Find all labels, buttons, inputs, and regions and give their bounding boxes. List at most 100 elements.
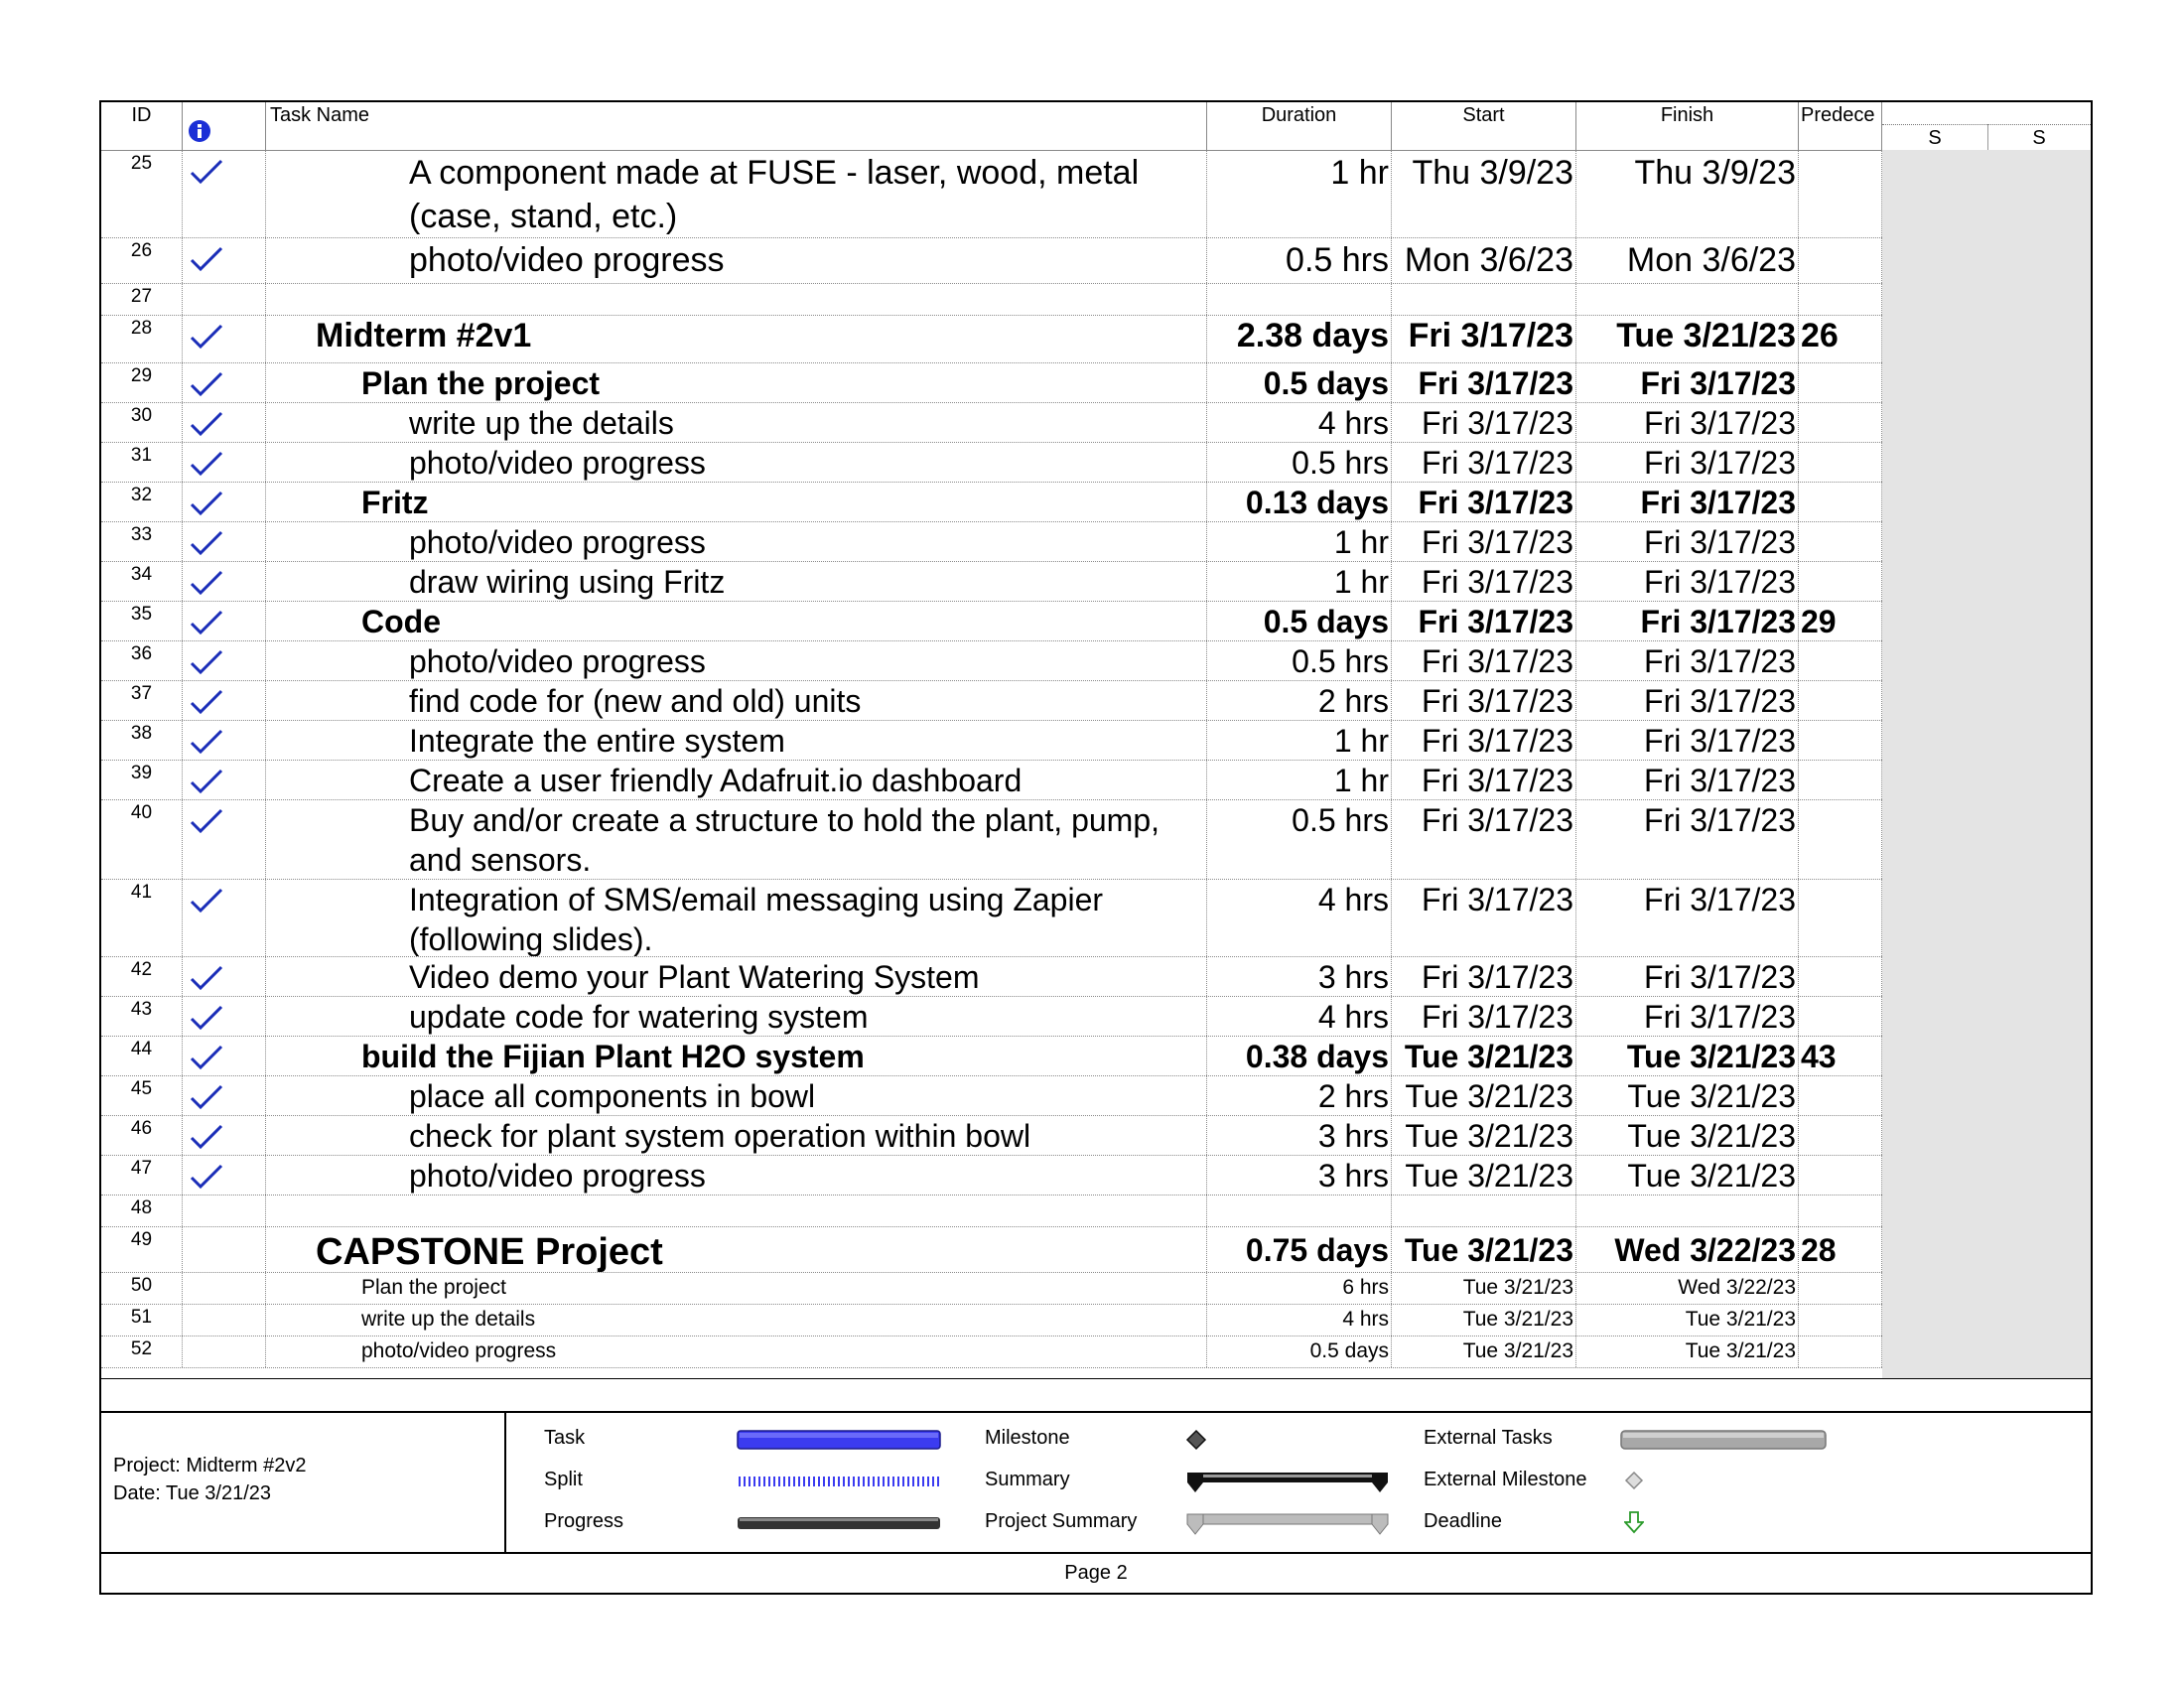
task-predecessors[interactable] bbox=[1799, 957, 1882, 996]
table-row[interactable]: 34 draw wiring using Fritz 1 hr Fri 3/17/23… bbox=[101, 562, 1882, 602]
task-finish[interactable]: Fri 3/17/23 bbox=[1576, 721, 1799, 760]
task-start[interactable]: Thu 3/9/23 bbox=[1392, 151, 1576, 237]
task-finish[interactable]: Fri 3/17/23 bbox=[1576, 403, 1799, 442]
task-duration[interactable]: 0.75 days bbox=[1207, 1227, 1392, 1272]
task-duration[interactable]: 0.5 hrs bbox=[1207, 443, 1392, 482]
task-name[interactable]: Midterm #2v1 bbox=[266, 316, 1207, 362]
task-name[interactable]: update code for watering system bbox=[266, 997, 1207, 1036]
task-name[interactable]: Plan the project bbox=[266, 1273, 1207, 1304]
task-name[interactable]: Create a user friendly Adafruit.io dashb… bbox=[266, 761, 1207, 799]
table-row[interactable]: 42 Video demo your Plant Watering System 3… bbox=[101, 957, 1882, 997]
task-start[interactable]: Fri 3/17/23 bbox=[1392, 761, 1576, 799]
task-name[interactable]: photo/video progress bbox=[266, 1156, 1207, 1195]
task-predecessors[interactable] bbox=[1799, 1076, 1882, 1115]
table-row[interactable]: 36 photo/video progress 0.5 hrs Fri 3/17/23… bbox=[101, 641, 1882, 681]
task-duration[interactable]: 1 hr bbox=[1207, 522, 1392, 561]
task-name[interactable]: check for plant system operation within … bbox=[266, 1116, 1207, 1155]
table-row[interactable]: 31 photo/video progress 0.5 hrs Fri 3/17/23… bbox=[101, 443, 1882, 483]
task-start[interactable] bbox=[1392, 284, 1576, 315]
task-duration[interactable]: 2.38 days bbox=[1207, 316, 1392, 362]
table-row[interactable]: 43 update code for watering system 4 hrs Fr… bbox=[101, 997, 1882, 1037]
task-name[interactable]: draw wiring using Fritz bbox=[266, 562, 1207, 601]
task-start[interactable]: Tue 3/21/23 bbox=[1392, 1227, 1576, 1272]
task-finish[interactable]: Tue 3/21/23 bbox=[1576, 316, 1799, 362]
task-duration[interactable]: 1 hr bbox=[1207, 761, 1392, 799]
task-duration[interactable]: 4 hrs bbox=[1207, 997, 1392, 1036]
task-finish[interactable]: Thu 3/9/23 bbox=[1576, 151, 1799, 237]
task-duration[interactable]: 1 hr bbox=[1207, 151, 1392, 237]
task-start[interactable]: Tue 3/21/23 bbox=[1392, 1156, 1576, 1195]
task-predecessors[interactable] bbox=[1799, 1116, 1882, 1155]
task-predecessors[interactable] bbox=[1799, 880, 1882, 956]
table-row[interactable]: 46 check for plant system operation withi… bbox=[101, 1116, 1882, 1156]
table-row[interactable]: 47 photo/video progress 3 hrs Tue 3/21/23 Tu… bbox=[101, 1156, 1882, 1196]
task-name[interactable] bbox=[266, 1196, 1207, 1226]
table-row[interactable]: 33 photo/video progress 1 hr Fri 3/17/23 Fri… bbox=[101, 522, 1882, 562]
task-predecessors[interactable] bbox=[1799, 562, 1882, 601]
task-duration[interactable]: 0.5 days bbox=[1207, 363, 1392, 402]
task-finish[interactable]: Tue 3/21/23 bbox=[1576, 1116, 1799, 1155]
table-row[interactable]: 52 photo/video progress 0.5 days Tue 3/21/2… bbox=[101, 1336, 1882, 1368]
table-row[interactable]: 40 Buy and/or create a structure to hold … bbox=[101, 800, 1882, 880]
task-name[interactable]: place all components in bowl bbox=[266, 1076, 1207, 1115]
task-finish[interactable]: Fri 3/17/23 bbox=[1576, 957, 1799, 996]
task-start[interactable]: Fri 3/17/23 bbox=[1392, 641, 1576, 680]
task-start[interactable]: Tue 3/21/23 bbox=[1392, 1273, 1576, 1304]
column-header-id[interactable]: ID bbox=[101, 102, 183, 150]
task-predecessors[interactable] bbox=[1799, 363, 1882, 402]
task-predecessors[interactable]: 28 bbox=[1799, 1227, 1882, 1272]
column-header-indicators[interactable] bbox=[183, 102, 266, 150]
task-start[interactable] bbox=[1392, 1196, 1576, 1226]
task-predecessors[interactable] bbox=[1799, 483, 1882, 521]
task-duration[interactable]: 0.5 days bbox=[1207, 1336, 1392, 1367]
column-header-duration[interactable]: Duration bbox=[1207, 102, 1392, 150]
task-duration[interactable]: 0.5 hrs bbox=[1207, 238, 1392, 283]
task-duration[interactable] bbox=[1207, 1196, 1392, 1226]
table-row[interactable]: 27 bbox=[101, 284, 1882, 316]
task-finish[interactable]: Wed 3/22/23 bbox=[1576, 1273, 1799, 1304]
task-start[interactable]: Tue 3/21/23 bbox=[1392, 1076, 1576, 1115]
task-start[interactable]: Mon 3/6/23 bbox=[1392, 238, 1576, 283]
task-finish[interactable]: Fri 3/17/23 bbox=[1576, 800, 1799, 879]
task-duration[interactable]: 4 hrs bbox=[1207, 1305, 1392, 1336]
task-name[interactable]: Integrate the entire system bbox=[266, 721, 1207, 760]
task-name[interactable]: A component made at FUSE - laser, wood, … bbox=[266, 151, 1207, 237]
task-finish[interactable]: Tue 3/21/23 bbox=[1576, 1156, 1799, 1195]
table-row[interactable]: 38 Integrate the entire system 1 hr Fri 3/1… bbox=[101, 721, 1882, 761]
task-predecessors[interactable] bbox=[1799, 1156, 1882, 1195]
task-duration[interactable] bbox=[1207, 284, 1392, 315]
task-predecessors[interactable] bbox=[1799, 721, 1882, 760]
task-finish[interactable]: Fri 3/17/23 bbox=[1576, 443, 1799, 482]
task-start[interactable]: Fri 3/17/23 bbox=[1392, 681, 1576, 720]
task-name[interactable]: write up the details bbox=[266, 1305, 1207, 1336]
task-predecessors[interactable]: 26 bbox=[1799, 316, 1882, 362]
task-finish[interactable]: Fri 3/17/23 bbox=[1576, 522, 1799, 561]
task-predecessors[interactable] bbox=[1799, 443, 1882, 482]
task-finish[interactable]: Tue 3/21/23 bbox=[1576, 1336, 1799, 1367]
task-duration[interactable]: 4 hrs bbox=[1207, 880, 1392, 956]
task-duration[interactable]: 2 hrs bbox=[1207, 681, 1392, 720]
task-predecessors[interactable] bbox=[1799, 151, 1882, 237]
task-duration[interactable]: 0.13 days bbox=[1207, 483, 1392, 521]
task-predecessors[interactable] bbox=[1799, 1273, 1882, 1304]
task-start[interactable]: Tue 3/21/23 bbox=[1392, 1116, 1576, 1155]
task-name[interactable]: write up the details bbox=[266, 403, 1207, 442]
task-name[interactable]: CAPSTONE Project bbox=[266, 1227, 1207, 1272]
task-start[interactable]: Fri 3/17/23 bbox=[1392, 562, 1576, 601]
task-predecessors[interactable] bbox=[1799, 800, 1882, 879]
table-row[interactable]: 50 Plan the project 6 hrs Tue 3/21/23 Wed 3/… bbox=[101, 1273, 1882, 1305]
task-finish[interactable]: Mon 3/6/23 bbox=[1576, 238, 1799, 283]
task-name[interactable]: photo/video progress bbox=[266, 1336, 1207, 1367]
task-duration[interactable]: 2 hrs bbox=[1207, 1076, 1392, 1115]
column-header-finish[interactable]: Finish bbox=[1576, 102, 1799, 150]
task-duration[interactable]: 3 hrs bbox=[1207, 1116, 1392, 1155]
task-predecessors[interactable] bbox=[1799, 761, 1882, 799]
task-duration[interactable]: 4 hrs bbox=[1207, 403, 1392, 442]
table-row[interactable]: 48 bbox=[101, 1196, 1882, 1227]
task-duration[interactable]: 0.38 days bbox=[1207, 1037, 1392, 1075]
table-row[interactable]: 49 CAPSTONE Project 0.75 days Tue 3/21/23 We… bbox=[101, 1227, 1882, 1273]
table-row[interactable]: 41 Integration of SMS/email messaging usi… bbox=[101, 880, 1882, 957]
task-predecessors[interactable] bbox=[1799, 1336, 1882, 1367]
task-finish[interactable]: Tue 3/21/23 bbox=[1576, 1076, 1799, 1115]
task-predecessors[interactable]: 29 bbox=[1799, 602, 1882, 640]
